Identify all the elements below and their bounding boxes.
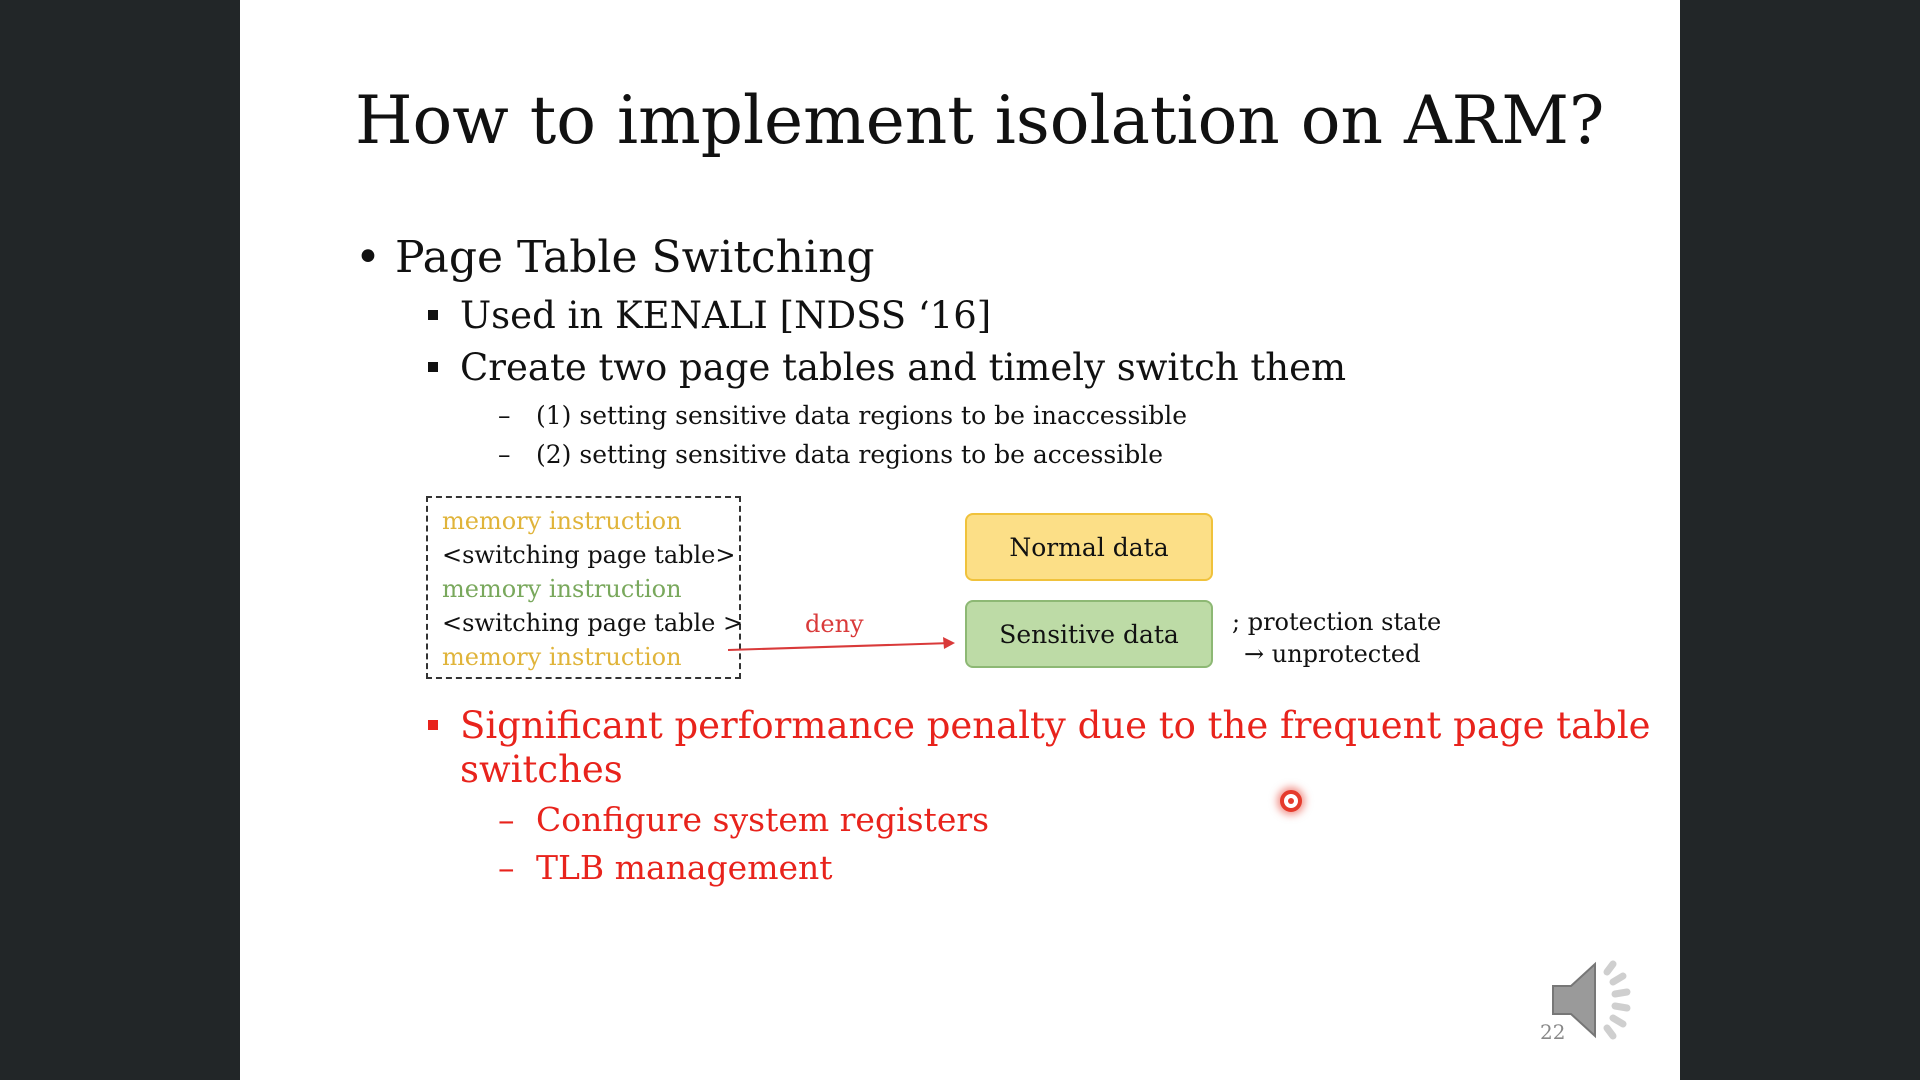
slide: How to implement isolation on ARM? • Page…: [240, 0, 1680, 1080]
penalty-bullet: Significant performance penalty due to t…: [428, 704, 1651, 792]
laser-pointer-icon: [1280, 790, 1302, 812]
penalty-sub-configure-registers: – Configure system registers: [498, 800, 989, 839]
dash-marker: –: [498, 848, 515, 887]
penalty-sub-text: TLB management: [536, 848, 833, 887]
page-number: 22: [1540, 1020, 1566, 1044]
sensitive-data-box: Sensitive data: [965, 600, 1213, 668]
sensitive-data-label: Sensitive data: [999, 619, 1179, 649]
normal-data-box: Normal data: [965, 513, 1213, 581]
penalty-line-1: Significant performance penalty due to t…: [460, 704, 1651, 747]
penalty-sub-tlb-management: – TLB management: [498, 848, 833, 887]
penalty-sub-text: Configure system registers: [536, 800, 990, 839]
deny-arrow: [727, 637, 955, 651]
normal-data-label: Normal data: [1009, 532, 1169, 562]
penalty-line-2: switches: [460, 748, 623, 791]
protection-state-line: ; protection state: [1232, 608, 1442, 636]
unprotected-line: → unprotected: [1244, 640, 1421, 668]
square-bullet-icon: [428, 720, 438, 730]
protection-state-note: ; protection state → unprotected: [1232, 606, 1441, 670]
dash-marker: –: [498, 800, 515, 839]
